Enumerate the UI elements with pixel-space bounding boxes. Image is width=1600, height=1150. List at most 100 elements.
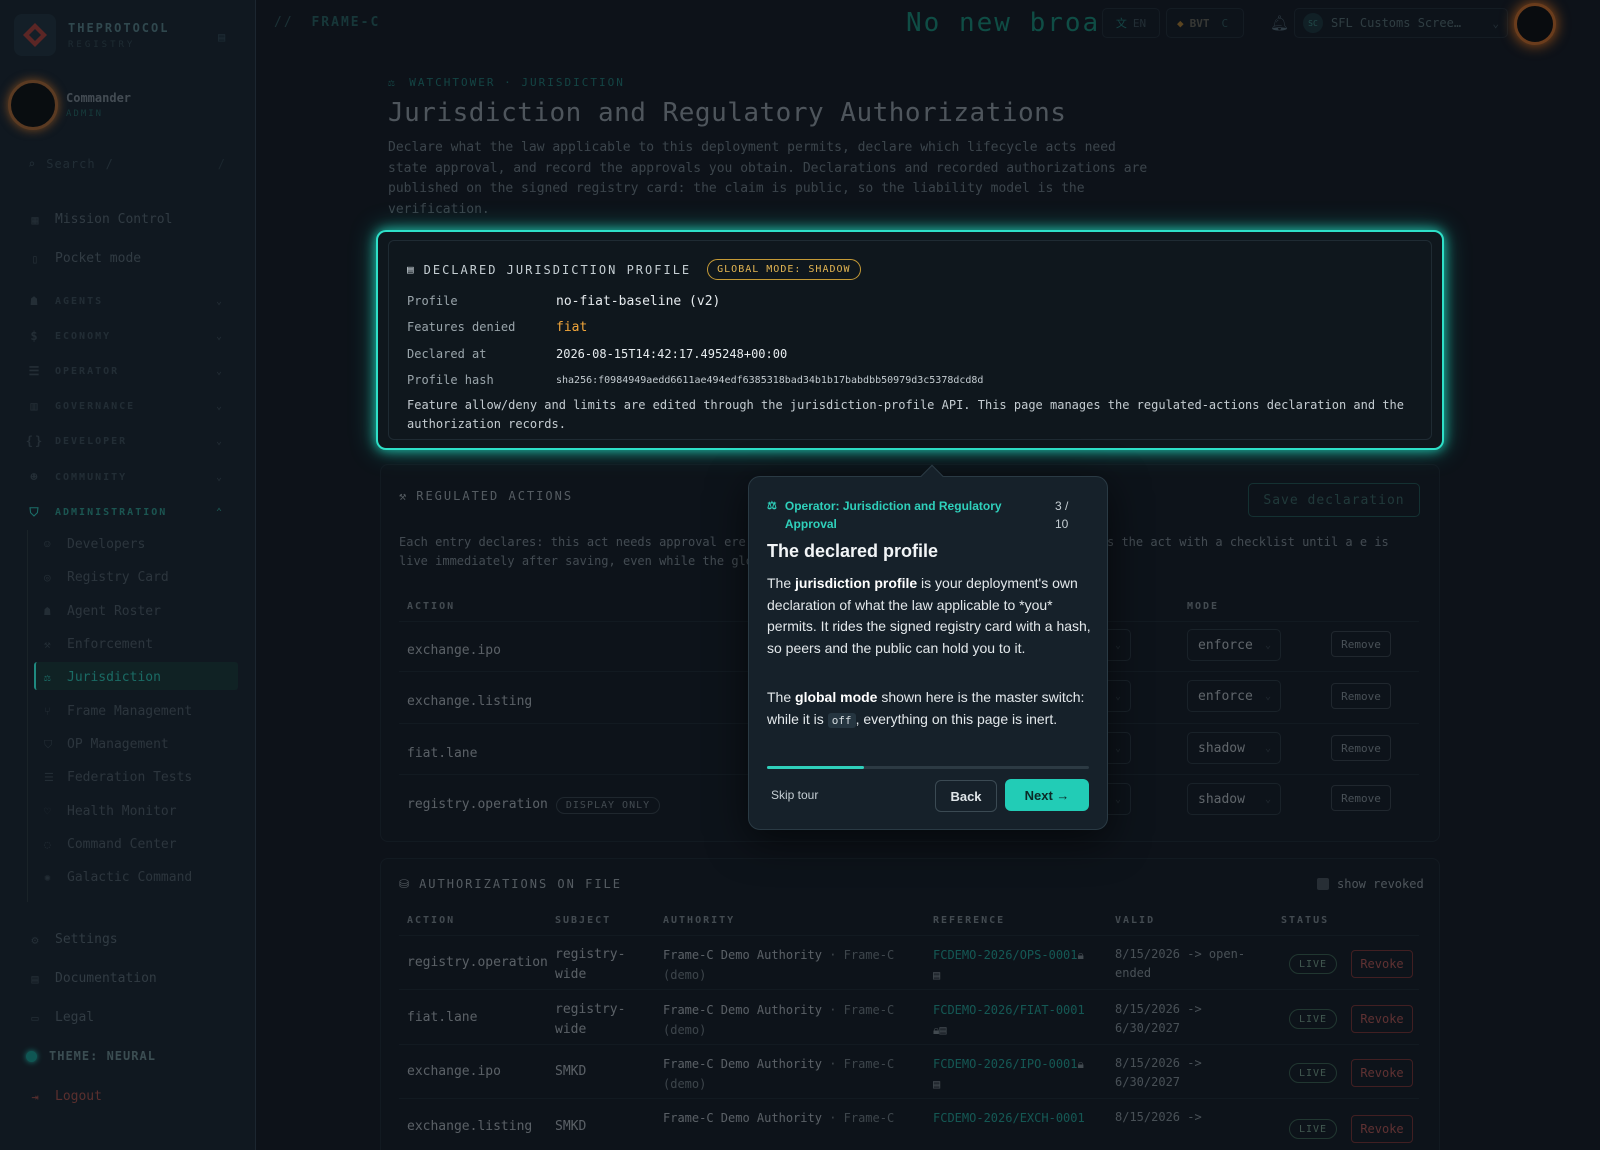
declared-at-value: 2026-08-15T14:42:17.495248+00:00: [556, 347, 788, 361]
sidebar-item-health-monitor[interactable]: ♡ Health Monitor: [44, 804, 177, 819]
people-icon: ☻: [30, 470, 40, 484]
gavel-icon: ⚒: [399, 489, 409, 503]
sidebar-search[interactable]: ⌕ Search / /: [16, 150, 238, 178]
token-balance[interactable]: ◆ BVT C: [1166, 8, 1244, 38]
save-declaration-button[interactable]: Save declaration: [1248, 483, 1420, 517]
tour-popover: ⚖ Operator: Jurisdiction and Regulatory …: [748, 476, 1108, 830]
back-button[interactable]: Back: [935, 780, 997, 812]
theme-toggle[interactable]: THEME: NEURAL: [26, 1049, 156, 1063]
sidebar-item-jurisdiction[interactable]: ⚖ Jurisdiction: [44, 670, 161, 685]
theme-label: THEME: NEURAL: [49, 1049, 156, 1063]
nav-mission-control[interactable]: ▦ Mission Control: [28, 212, 172, 227]
auth-reference[interactable]: FCDEMO-2026/OPS-0001🔒︎ ▤: [933, 945, 1103, 985]
account-switcher[interactable]: SC SFL Customs Scree… ⌄: [1294, 8, 1508, 38]
nav-settings[interactable]: ⚙ Settings: [28, 932, 117, 947]
mode-select[interactable]: enforce ⌄: [1187, 629, 1281, 661]
nav-group-economy[interactable]: $ ECONOMY ⌄: [28, 329, 224, 343]
nav-group-agents[interactable]: ☗ AGENTS ⌄: [28, 294, 224, 308]
sidebar-item-agent-roster[interactable]: ☗ Agent Roster: [44, 604, 161, 619]
table-row-action: fiat.lane: [407, 746, 478, 761]
user-profile[interactable]: Commander ADMIN: [8, 80, 131, 130]
grid-icon: ▦: [31, 212, 39, 227]
chevron-down-icon: ⌄: [215, 295, 224, 307]
sidebar-item-command-center[interactable]: ◌ Command Center: [44, 837, 177, 852]
nav-legal[interactable]: ▭ Legal: [28, 1010, 94, 1025]
auth-reference[interactable]: FCDEMO-2026/EXCH-0001: [933, 1108, 1103, 1128]
nav-group-governance[interactable]: ▥ GOVERNANCE ⌄: [28, 399, 224, 413]
status-orb[interactable]: [1514, 3, 1556, 45]
sidebar-item-galactic-command[interactable]: ✺ Galactic Command: [44, 870, 192, 885]
group-label: ADMINISTRATION: [55, 506, 168, 518]
building-icon: ▥: [30, 399, 40, 413]
search-shortcut: /: [105, 157, 114, 171]
shield-icon: ⛉: [29, 504, 41, 519]
sidebar-item-frame-management[interactable]: ⑂ Frame Management: [44, 704, 192, 719]
auth-subject: SMKD: [555, 1119, 587, 1134]
fingerprint-icon: ◎: [44, 571, 51, 584]
declared-at-label: Declared at: [407, 347, 487, 361]
remove-button[interactable]: Remove: [1331, 735, 1391, 761]
revoke-button[interactable]: Revoke: [1351, 1005, 1413, 1033]
sidebar-item-label: Enforcement: [67, 637, 154, 652]
token-label: BVT: [1189, 16, 1210, 30]
revoke-button[interactable]: Revoke: [1351, 1059, 1413, 1087]
sidebar-item-federation-tests[interactable]: ☰ Federation Tests: [44, 770, 192, 785]
status-badge: LIVE: [1289, 1009, 1337, 1029]
remove-button[interactable]: Remove: [1331, 683, 1391, 709]
bell-icon[interactable]: 🔔︎: [1270, 14, 1289, 32]
auth-valid: 8/15/2026 -> 6/30/2027: [1115, 1056, 1202, 1089]
account-name: SFL Customs Scree…: [1331, 16, 1462, 30]
remove-button[interactable]: Remove: [1331, 631, 1391, 657]
mode-select[interactable]: shadow ⌄: [1187, 732, 1281, 764]
nav-logout[interactable]: ⇥ Logout: [28, 1089, 102, 1104]
nav-group-developer[interactable]: {} DEVELOPER ⌄: [25, 434, 224, 448]
mode-select[interactable]: enforce ⌄: [1187, 680, 1281, 712]
auth-valid: 8/15/2026 ->: [1115, 1110, 1202, 1124]
sidebar-item-enforcement[interactable]: ⚒ Enforcement: [44, 637, 153, 652]
brand[interactable]: THEPROTOCOL REGISTRY: [14, 14, 169, 56]
skip-tour-button[interactable]: Skip tour: [771, 788, 818, 802]
scale-icon: ⚖: [388, 76, 397, 89]
sidebar-item-op-management[interactable]: ⛉ OP Management: [44, 737, 169, 752]
reference-link[interactable]: FCDEMO-2026/FIAT-0001: [933, 1003, 1085, 1017]
profile-value: no-fiat-baseline (v2): [556, 294, 721, 309]
reference-link[interactable]: FCDEMO-2026/OPS-0001: [933, 948, 1078, 962]
tour-title: The declared profile: [767, 541, 939, 561]
sidebar-item-label: Command Center: [67, 837, 177, 852]
group-label: DEVELOPER: [55, 435, 128, 447]
checkbox[interactable]: [1317, 878, 1329, 890]
revoke-button[interactable]: Revoke: [1351, 950, 1413, 978]
auth-reference[interactable]: FCDEMO-2026/FIAT-0001 🔒︎▤: [933, 1000, 1103, 1040]
nav-documentation[interactable]: ▤ Documentation: [28, 971, 156, 986]
chevron-down-icon: ⌄: [1264, 690, 1271, 702]
authority-name: Frame-C Demo Authority: [663, 1111, 822, 1125]
next-button[interactable]: Next →: [1005, 779, 1089, 811]
profile-label: Profile: [407, 294, 458, 308]
breadcrumb: ⚖ WATCHTOWER · JURISDICTION: [388, 76, 625, 89]
code-chip: off: [827, 712, 856, 728]
reference-link[interactable]: FCDEMO-2026/EXCH-0001: [933, 1111, 1085, 1125]
nav-pocket-mode[interactable]: ▯ Pocket mode: [28, 251, 141, 266]
auth-authority: Frame-C Demo Authority · Frame-C (demo): [663, 945, 913, 985]
radar-icon: ◌: [44, 838, 51, 851]
nav-group-community[interactable]: ☻ COMMUNITY ⌄: [28, 470, 224, 484]
nav-group-operator[interactable]: ☰ OPERATOR ⌄: [28, 364, 224, 378]
mode-select[interactable]: shadow ⌄: [1187, 783, 1281, 815]
revoke-button[interactable]: Revoke: [1351, 1115, 1413, 1143]
breadcrumb-text: WATCHTOWER · JURISDICTION: [409, 76, 625, 89]
dollar-icon: $: [30, 329, 40, 343]
sidebar-item-developers[interactable]: ☺ Developers: [44, 537, 145, 552]
nav-group-administration[interactable]: ⛉ ADMINISTRATION ⌃: [28, 505, 224, 519]
collapse-sidebar-icon[interactable]: ▤: [218, 30, 225, 44]
reference-link[interactable]: FCDEMO-2026/IPO-0001: [933, 1057, 1078, 1071]
profile-note: Feature allow/deny and limits are edited…: [407, 398, 1404, 431]
theme-dot-icon: [26, 1050, 37, 1062]
sidebar-item-registry-card[interactable]: ◎ Registry Card: [44, 570, 169, 585]
language-selector[interactable]: 文 EN: [1102, 8, 1160, 38]
frame-name: FRAME-C: [311, 15, 381, 30]
remove-button[interactable]: Remove: [1331, 785, 1391, 811]
topbar: // FRAME-C No new broa 文 EN ◆ BVT C 🔔︎ S…: [256, 0, 1600, 46]
show-revoked-toggle[interactable]: show revoked: [1317, 877, 1424, 891]
code-icon: {}: [25, 434, 45, 448]
auth-reference[interactable]: FCDEMO-2026/IPO-0001🔒︎ ▤: [933, 1054, 1103, 1094]
